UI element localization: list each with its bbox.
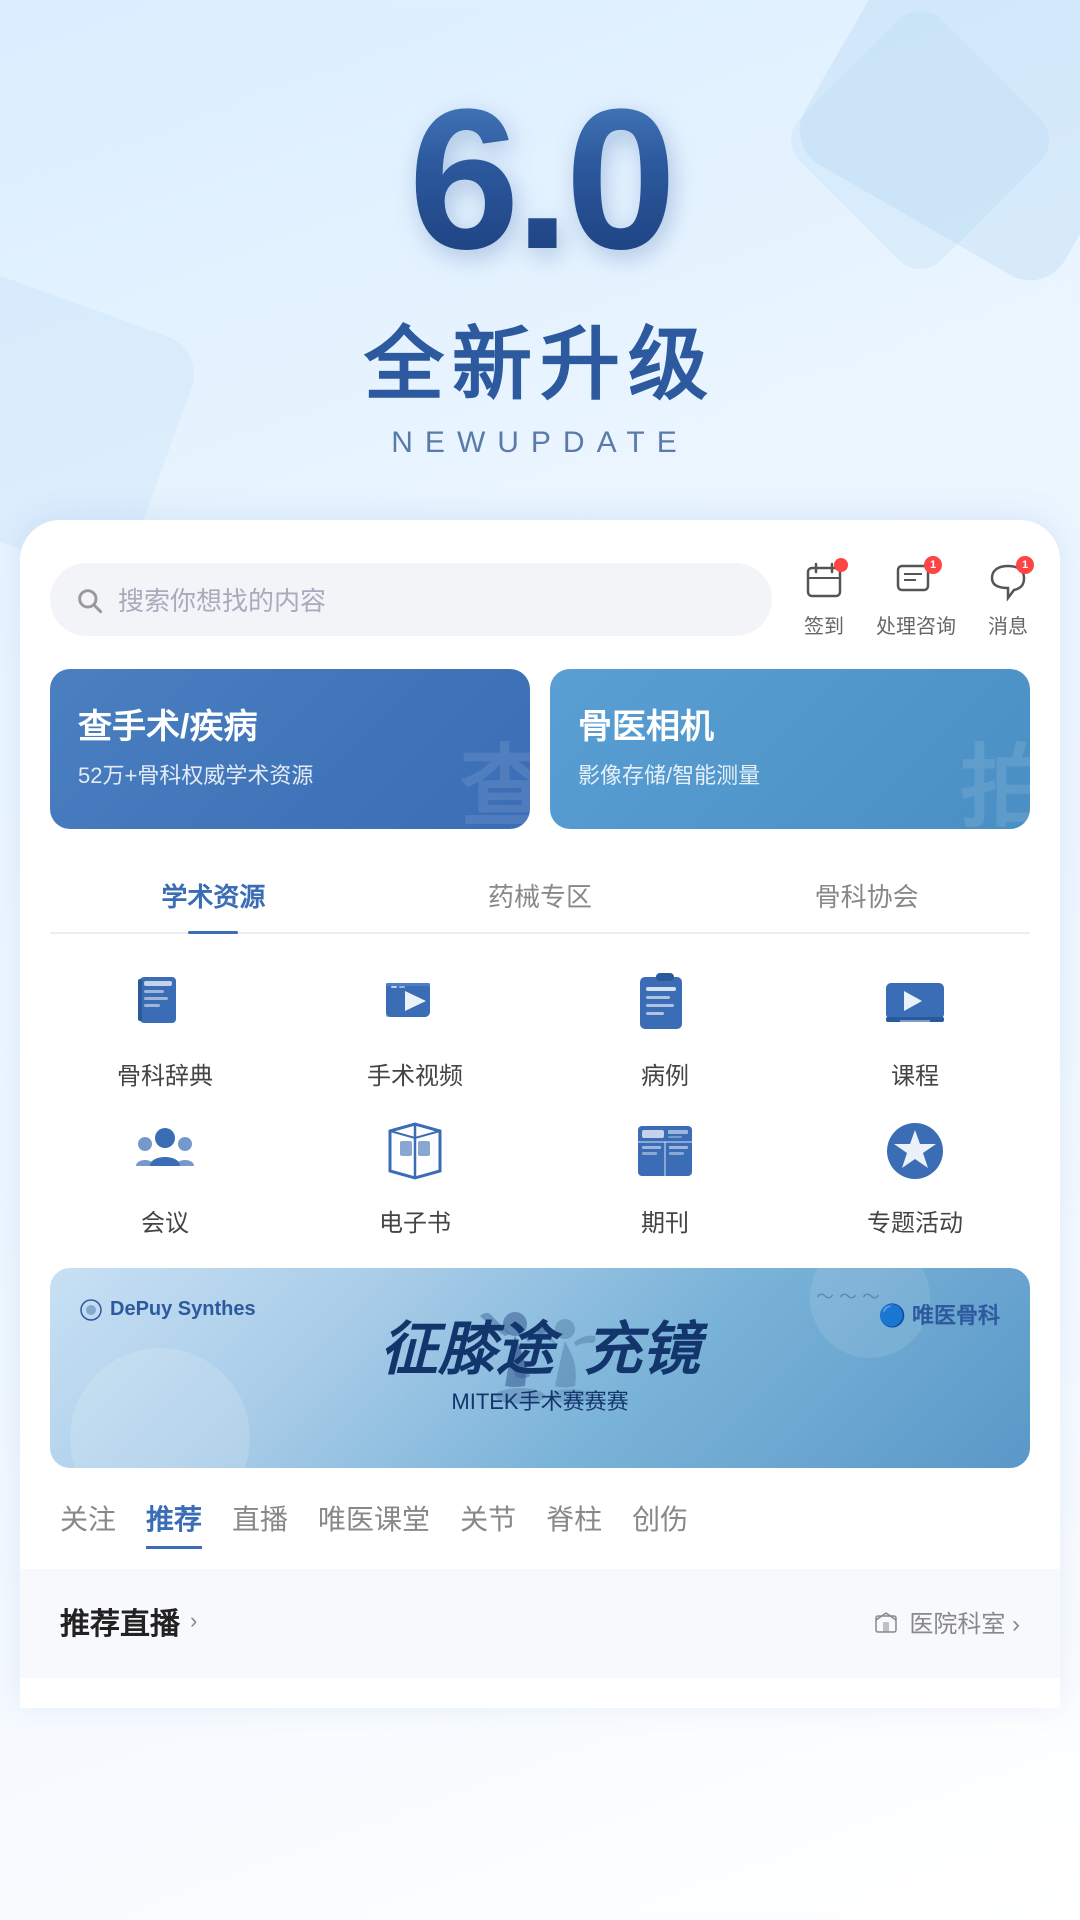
- surgery-banner[interactable]: 查手术/疾病 52万+骨科权威学术资源 查: [50, 669, 530, 829]
- tab-follow[interactable]: 关注: [60, 1498, 116, 1549]
- tab-pharma[interactable]: 药械专区: [377, 859, 704, 932]
- tab-weiyiklass[interactable]: 唯医课堂: [318, 1498, 430, 1549]
- message-label: 消息: [988, 610, 1028, 639]
- consult-button[interactable]: 1 处理咨询: [876, 560, 956, 639]
- grid-item-meeting[interactable]: 会议: [50, 1111, 280, 1238]
- case-label: 病例: [641, 1056, 689, 1091]
- checkin-button[interactable]: 签到: [802, 560, 846, 639]
- hospital-icon: [873, 1608, 899, 1634]
- special-label: 专题活动: [867, 1203, 963, 1238]
- tab-trauma[interactable]: 创伤: [632, 1498, 688, 1549]
- version-number: 6.0: [408, 80, 671, 280]
- ad-banner-content: 征膝途 充镜 MITEK手术赛赛赛: [380, 1321, 700, 1416]
- surgery-video-label: 手术视频: [367, 1056, 463, 1091]
- consult-label: 处理咨询: [876, 610, 956, 639]
- birds-decoration: ～ ～ ～: [816, 1283, 880, 1309]
- tab-association[interactable]: 骨科协会: [703, 859, 1030, 932]
- camera-banner-sub: 影像存储/智能测量: [578, 758, 1002, 790]
- tab-spine[interactable]: 脊柱: [546, 1498, 602, 1549]
- main-card: 搜索你想找的内容 签到: [20, 520, 1060, 1708]
- surgery-video-icon: [375, 964, 455, 1044]
- journal-icon: [625, 1111, 705, 1191]
- ebook-icon: [375, 1111, 455, 1191]
- ad-brand-left: DePuy Synthes: [80, 1298, 256, 1321]
- course-icon: [875, 964, 955, 1044]
- journal-label: 期刊: [641, 1203, 689, 1238]
- camera-banner-title: 骨医相机: [578, 699, 1002, 748]
- checkin-icon: [802, 560, 846, 604]
- content-tabs: 关注 推荐 直播 唯医课堂 关节 脊柱 创伤: [50, 1498, 1030, 1549]
- case-icon: [625, 964, 705, 1044]
- checkin-label: 签到: [804, 610, 844, 639]
- grid-item-case[interactable]: 病例: [550, 964, 780, 1091]
- section-title-arrow: ›: [190, 1608, 197, 1634]
- grid-item-journal[interactable]: 期刊: [550, 1111, 780, 1238]
- hero-title-en: NEWUPDATE: [40, 426, 1040, 460]
- ad-main-text: 征膝途 充镜: [380, 1321, 700, 1379]
- feature-banners: 查手术/疾病 52万+骨科权威学术资源 查 骨医相机 影像存储/智能测量 拍: [50, 669, 1030, 829]
- ad-text-left: 征膝途: [380, 1321, 554, 1379]
- hospital-link-text: 医院科室 ›: [909, 1604, 1020, 1639]
- section-title-live: 推荐直播: [60, 1599, 180, 1643]
- checkin-badge: [834, 558, 848, 572]
- message-button[interactable]: 1 消息: [986, 560, 1030, 639]
- surgery-banner-title: 查手术/疾病: [78, 699, 502, 748]
- grid-item-course[interactable]: 课程: [800, 964, 1030, 1091]
- camera-banner[interactable]: 骨医相机 影像存储/智能测量 拍: [550, 669, 1030, 829]
- ad-brand-right: 🔵 唯医骨科: [878, 1298, 1000, 1330]
- special-icon: [875, 1111, 955, 1191]
- dictionary-label: 骨科辞典: [117, 1056, 213, 1091]
- course-label: 课程: [891, 1056, 939, 1091]
- message-badge: 1: [1016, 556, 1034, 574]
- grid-item-surgery-video[interactable]: 手术视频: [300, 964, 530, 1091]
- search-placeholder: 搜索你想找的内容: [118, 581, 326, 618]
- message-icon: 1: [986, 560, 1030, 604]
- ad-text-right: 充镜: [584, 1321, 700, 1379]
- hero-title-cn: 全新升级: [40, 300, 1040, 416]
- grid-item-special[interactable]: 专题活动: [800, 1111, 1030, 1238]
- grid-item-ebook[interactable]: 电子书: [300, 1111, 530, 1238]
- tab-live[interactable]: 直播: [232, 1498, 288, 1549]
- grid-item-dictionary[interactable]: 骨科辞典: [50, 964, 280, 1091]
- section-header-live: 推荐直播 › 医院科室 ›: [50, 1579, 1030, 1658]
- search-bar[interactable]: 搜索你想找的内容: [50, 563, 772, 636]
- tab-joint[interactable]: 关节: [460, 1498, 516, 1549]
- dictionary-icon: [125, 964, 205, 1044]
- tab-recommend[interactable]: 推荐: [146, 1498, 202, 1549]
- grid-icons: 骨科辞典 手术视频: [50, 964, 1030, 1238]
- search-row: 搜索你想找的内容 签到: [50, 560, 1030, 639]
- meeting-label: 会议: [141, 1203, 189, 1238]
- surgery-banner-sub: 52万+骨科权威学术资源: [78, 758, 502, 790]
- ebook-label: 电子书: [379, 1203, 451, 1238]
- header-actions: 签到 1 处理咨询: [802, 560, 1030, 639]
- consult-icon: 1: [894, 560, 938, 604]
- search-icon: [75, 586, 103, 614]
- tab-academic[interactable]: 学术资源: [50, 859, 377, 932]
- bottom-section: 推荐直播 › 医院科室 ›: [20, 1569, 1060, 1678]
- meeting-icon: [125, 1111, 205, 1191]
- consult-badge: 1: [924, 556, 942, 574]
- ad-banner[interactable]: DePuy Synthes 🔵 唯医骨科 ～ ～ ～: [50, 1268, 1030, 1468]
- hospital-link[interactable]: 医院科室 ›: [873, 1604, 1020, 1639]
- category-tabs: 学术资源 药械专区 骨科协会: [50, 859, 1030, 934]
- hero-section: 6.0 全新升级 NEWUPDATE: [0, 0, 1080, 520]
